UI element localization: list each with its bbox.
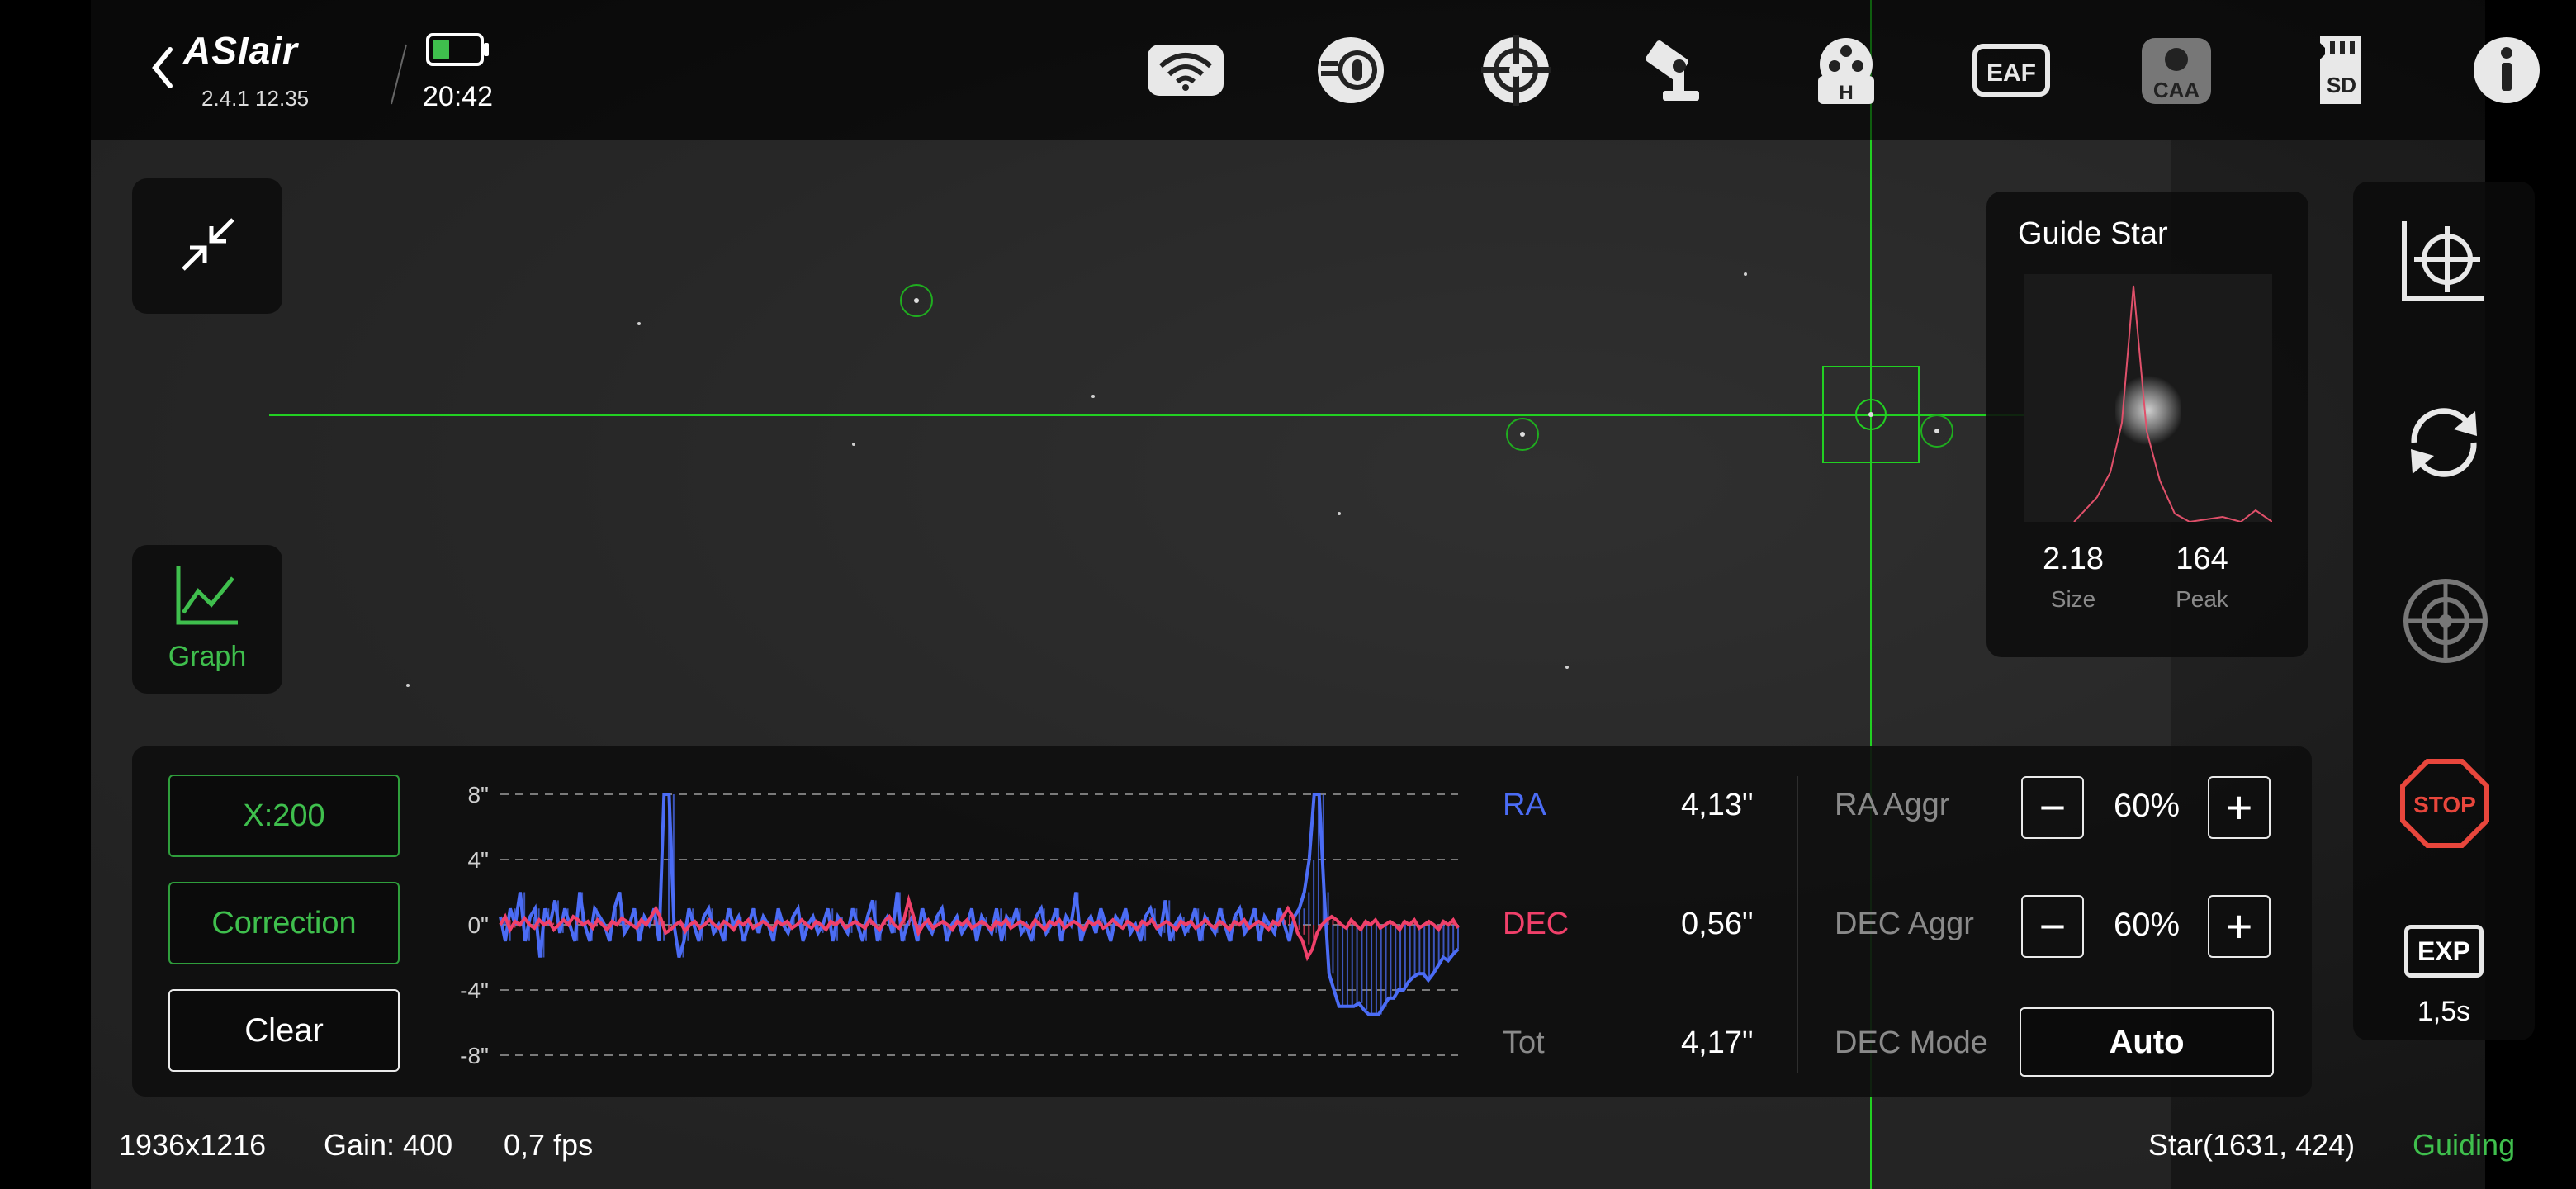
- detected-star-dot: [1934, 429, 1939, 433]
- clock: 20:42: [423, 81, 494, 112]
- guide-crosshair-icon[interactable]: [1475, 33, 1557, 107]
- stop-octagon-icon: STOP: [2400, 759, 2489, 848]
- app-version: 2.4.1 12.35: [201, 86, 310, 111]
- detected-star-dot: [1520, 432, 1525, 437]
- exposure-button[interactable]: EXP: [2404, 925, 2484, 978]
- camera-icon[interactable]: [1309, 33, 1392, 107]
- ra-label: RA: [1503, 788, 1546, 822]
- dec-aggr-plus-button[interactable]: +: [2208, 895, 2271, 958]
- eaf-icon[interactable]: EAF: [1970, 33, 2053, 107]
- dec-value: 0,56": [1681, 907, 1754, 941]
- guiding-status: Guiding: [2413, 1128, 2516, 1162]
- filter-wheel-icon[interactable]: H: [1805, 33, 1887, 107]
- correction-button[interactable]: Correction: [168, 882, 400, 964]
- guide-star-title: Guide Star: [2018, 216, 2168, 251]
- dec-mode-label: DEC Mode: [1835, 1026, 1988, 1060]
- dec-aggr-minus-button[interactable]: −: [2021, 895, 2084, 958]
- y-tick-label: -8": [460, 1043, 489, 1065]
- tot-value: 4,17": [1681, 1026, 1754, 1060]
- dec-aggr-label: DEC Aggr: [1835, 907, 1974, 941]
- app-logo: ASIair: [183, 29, 298, 72]
- clear-button[interactable]: Clear: [168, 989, 400, 1072]
- size-value: 2.18: [2043, 542, 2104, 576]
- telescope-icon[interactable]: [1640, 33, 1722, 107]
- gain-text: Gain: 400: [324, 1128, 453, 1162]
- guide-error-chart: 8" 4" 0" -4" -8": [460, 782, 1460, 1065]
- right-toolbar: STOP EXP 1,5s: [2353, 182, 2535, 1040]
- size-label: Size: [2050, 586, 2096, 612]
- wifi-icon[interactable]: [1144, 33, 1227, 107]
- collapse-button[interactable]: [132, 178, 282, 314]
- y-tick-label: 4": [467, 847, 489, 873]
- detected-star-dot: [914, 298, 919, 303]
- ra-value: 4,13": [1681, 788, 1754, 822]
- sd-card-icon[interactable]: SD: [2300, 33, 2383, 107]
- star-position-text: Star(1631, 424): [2148, 1128, 2356, 1162]
- calibrate-graph-icon[interactable]: [2399, 218, 2488, 304]
- guide-star-panel: Guide Star 2.18 Size 164 Peak: [1986, 192, 2308, 657]
- ra-aggr-minus-button[interactable]: −: [2021, 776, 2084, 839]
- battery-icon: [426, 31, 492, 68]
- exposure-value: 1,5s: [2417, 996, 2471, 1027]
- stop-text: STOP: [2413, 792, 2476, 817]
- dec-label: DEC: [1503, 907, 1570, 941]
- star-profile-thumbnail: [2024, 274, 2272, 522]
- y-tick-label: -4": [460, 978, 489, 1003]
- y-tick-label: 0": [467, 912, 489, 938]
- graph-toggle-button[interactable]: Graph: [132, 545, 282, 694]
- guide-star-dot: [1868, 412, 1873, 417]
- ra-aggr-label: RA Aggr: [1835, 788, 1950, 822]
- back-chevron-icon[interactable]: [145, 41, 178, 91]
- filter-wheel-letter: H: [1839, 82, 1853, 104]
- ra-aggr-value: 60%: [2114, 788, 2181, 824]
- info-icon[interactable]: [2465, 33, 2548, 107]
- star-profile-curve: [2073, 285, 2272, 522]
- divider-slash: [388, 41, 408, 107]
- y-tick-label: 8": [467, 782, 489, 808]
- caa-text: CAA: [2153, 78, 2200, 102]
- peak-label: Peak: [2176, 586, 2228, 612]
- tot-label: Tot: [1503, 1026, 1545, 1060]
- graph-label: Graph: [168, 641, 247, 672]
- fps-text: 0,7 fps: [504, 1128, 594, 1162]
- x-scale-button[interactable]: X:200: [168, 775, 400, 857]
- graph-line-icon: [176, 566, 238, 625]
- stats-divider: [1797, 776, 1798, 1073]
- dec-aggr-value: 60%: [2114, 907, 2181, 943]
- collapse-arrows-icon: [182, 218, 234, 271]
- refresh-loop-icon[interactable]: [2401, 400, 2487, 486]
- eaf-text: EAF: [1986, 59, 2036, 87]
- caa-icon[interactable]: CAA: [2135, 33, 2218, 107]
- resolution-text: 1936x1216: [119, 1128, 267, 1162]
- ra-aggr-plus-button[interactable]: +: [2208, 776, 2271, 839]
- peak-value: 164: [2176, 542, 2228, 576]
- dec-mode-select[interactable]: Auto: [2020, 1007, 2274, 1077]
- target-icon[interactable]: [2401, 576, 2490, 666]
- stop-button[interactable]: STOP: [2399, 758, 2490, 849]
- sd-text: SD: [2327, 73, 2356, 97]
